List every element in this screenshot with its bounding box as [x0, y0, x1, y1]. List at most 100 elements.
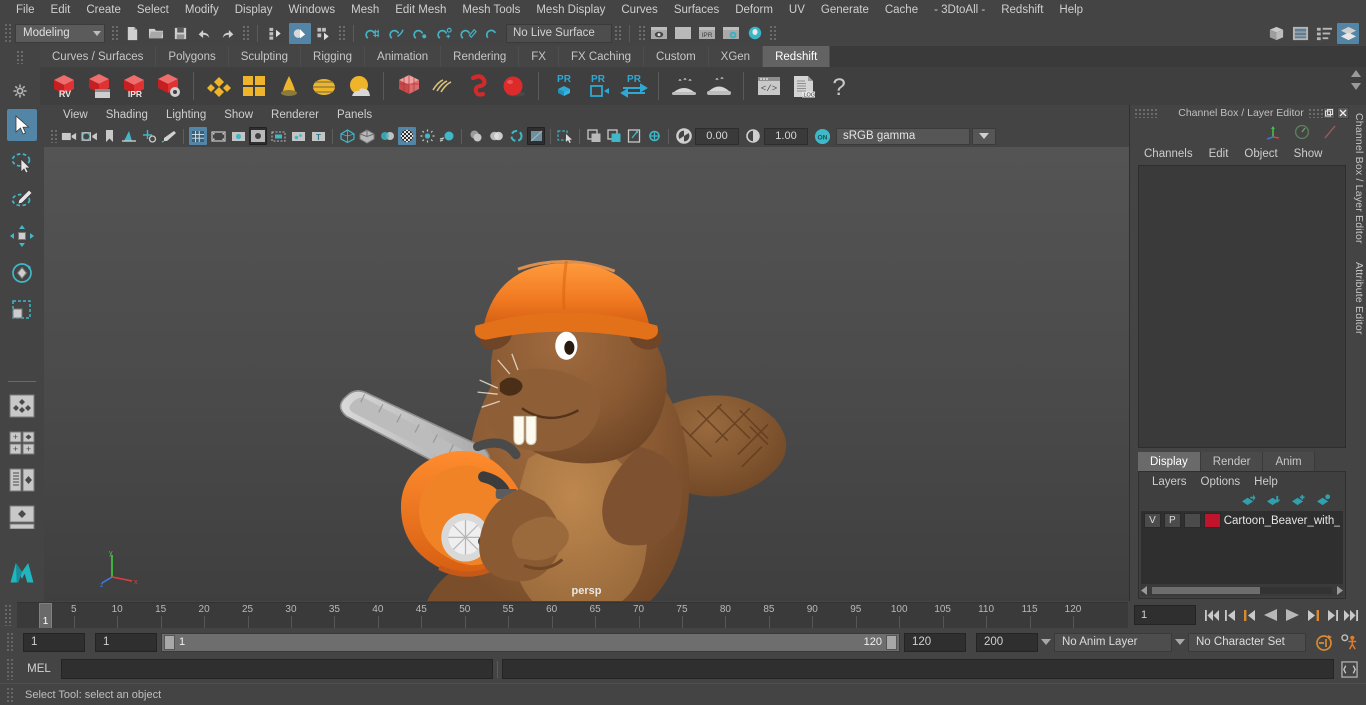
slash-icon[interactable]	[1322, 124, 1338, 140]
channel-box-menu-channels[interactable]: Channels	[1136, 148, 1201, 160]
viewport-toolbar-grip[interactable]	[50, 129, 57, 143]
channel-box-menu-edit[interactable]: Edit	[1201, 148, 1237, 160]
redshift-sphere-icon[interactable]	[496, 69, 531, 103]
snap-to-point-icon[interactable]	[409, 23, 431, 44]
color-management-toggle-icon[interactable]: ON	[812, 127, 832, 145]
menu-item-mesh-display[interactable]: Mesh Display	[528, 3, 613, 17]
screenshot-icon[interactable]	[625, 127, 643, 145]
xray-icon[interactable]	[487, 127, 505, 145]
shelf-options-gear-icon[interactable]	[9, 80, 31, 102]
side-tab-channel-box[interactable]: Channel Box / Layer Editor	[1353, 113, 1365, 244]
shelf-tab-animation[interactable]: Animation	[365, 46, 442, 67]
new-layer-from-selected-icon[interactable]	[1316, 493, 1331, 507]
redshift-hair-icon[interactable]	[426, 69, 461, 103]
2d-pan-zoom-icon[interactable]	[140, 127, 158, 145]
status-line-grip[interactable]	[4, 23, 12, 43]
exposure-field[interactable]: 0.00	[695, 127, 739, 145]
menu-set-dropdown[interactable]: Modeling	[15, 23, 105, 43]
safe-action-icon[interactable]	[289, 127, 307, 145]
anim-start-field[interactable]: 1	[23, 632, 85, 652]
status-grip-4[interactable]	[338, 25, 345, 41]
shelf-tab-redshift[interactable]: Redshift	[763, 46, 831, 67]
scroll-left-arrow-icon[interactable]	[1141, 585, 1149, 595]
exposure-reset-icon[interactable]	[674, 127, 694, 145]
film-gate-icon[interactable]	[209, 127, 227, 145]
save-scene-icon[interactable]	[169, 23, 191, 44]
auto-keyframe-icon[interactable]	[1312, 632, 1336, 652]
menu-item-file[interactable]: File	[8, 3, 43, 17]
time-slider-playhead[interactable]: 1	[39, 603, 52, 628]
layer-list[interactable]: V P Cartoon_Beaver_with_	[1141, 511, 1343, 584]
play-backwards-icon[interactable]	[1259, 605, 1281, 625]
scroll-right-arrow-icon[interactable]	[1335, 585, 1343, 595]
range-start-field[interactable]: 1	[95, 632, 157, 652]
attribute-editor-icon[interactable]	[1313, 23, 1335, 44]
layer-color-swatch[interactable]	[1203, 513, 1221, 528]
move-tool[interactable]	[7, 220, 37, 252]
go-to-end-icon[interactable]	[1341, 605, 1360, 625]
help-line-grip[interactable]	[6, 686, 14, 703]
redshift-material-icon[interactable]	[201, 69, 236, 103]
layer-row[interactable]: V P Cartoon_Beaver_with_	[1141, 511, 1343, 530]
step-back-frame-icon[interactable]	[1240, 605, 1259, 625]
snap-to-curve-icon[interactable]	[385, 23, 407, 44]
live-surface-field[interactable]: No Live Surface	[506, 23, 612, 43]
smooth-shade-all-icon[interactable]	[358, 127, 376, 145]
select-by-object-icon[interactable]	[289, 22, 311, 44]
anim-end-field[interactable]: 200	[976, 632, 1038, 652]
camera-attributes-icon[interactable]	[80, 127, 98, 145]
script-editor-icon[interactable]	[1338, 659, 1360, 679]
snap-to-projected-center-icon[interactable]	[433, 23, 455, 44]
layer-state-toggle[interactable]	[1183, 513, 1201, 528]
menu-item-mesh-tools[interactable]: Mesh Tools	[454, 3, 528, 17]
time-slider[interactable]: 1 5 10 15 20 25 30 35 40 45 50 55 60 65 70 75 80 85 90 95 1…	[17, 602, 1128, 628]
lasso-select-tool[interactable]	[7, 146, 37, 178]
viewport-settings-icon[interactable]	[645, 127, 663, 145]
panel-menu-view[interactable]: View	[54, 109, 97, 121]
open-scene-icon[interactable]	[145, 23, 167, 44]
channel-box-menu-object[interactable]: Object	[1236, 148, 1285, 160]
single-persp-layout[interactable]	[7, 501, 37, 533]
gamma-reset-icon[interactable]	[743, 127, 763, 145]
outliner-icon[interactable]	[1289, 23, 1311, 44]
layer-tab-anim[interactable]: Anim	[1263, 452, 1315, 471]
new-layer-icon[interactable]	[1291, 494, 1306, 507]
side-tab-attribute-editor[interactable]: Attribute Editor	[1353, 262, 1365, 335]
gate-mask-icon[interactable]	[249, 127, 267, 145]
snap-to-view-plane-icon[interactable]	[457, 23, 479, 44]
show-hide-modeling-editor-icon[interactable]	[1265, 23, 1287, 44]
menu-item-generate[interactable]: Generate	[813, 3, 877, 17]
menu-item-uv[interactable]: UV	[781, 3, 813, 17]
menu-item-create[interactable]: Create	[78, 3, 129, 17]
gamma-field[interactable]: 1.00	[764, 127, 808, 145]
shelf-grip[interactable]	[16, 50, 24, 64]
status-grip-5[interactable]	[614, 25, 621, 41]
redshift-proxy-icon[interactable]	[391, 69, 426, 103]
current-frame-field[interactable]: 1	[1134, 605, 1196, 625]
character-set-dropdown-icon[interactable]	[1172, 633, 1188, 652]
snap-to-grid-icon[interactable]	[361, 23, 383, 44]
redshift-render-view-icon[interactable]: RV	[46, 69, 81, 103]
menu-item-redshift[interactable]: Redshift	[993, 3, 1051, 17]
channel-box-layer-editor-icon[interactable]	[1337, 23, 1359, 44]
redshift-sky-icon[interactable]	[341, 69, 376, 103]
redshift-help-icon[interactable]: ?	[821, 69, 856, 103]
menu-item-edit[interactable]: Edit	[43, 3, 79, 17]
menu-item-surfaces[interactable]: Surfaces	[666, 3, 727, 17]
panel-menu-renderer[interactable]: Renderer	[262, 109, 328, 121]
select-camera-icon[interactable]	[60, 127, 78, 145]
channel-box-body[interactable]	[1138, 165, 1346, 448]
menu-item-select[interactable]: Select	[129, 3, 177, 17]
menu-item-edit-mesh[interactable]: Edit Mesh	[387, 3, 454, 17]
redshift-log-icon[interactable]: .LOG	[786, 69, 821, 103]
move-layer-down-icon[interactable]	[1266, 494, 1281, 507]
image-plane-icon[interactable]	[120, 127, 138, 145]
play-forwards-icon[interactable]	[1281, 605, 1303, 625]
resolution-gate-icon[interactable]	[229, 127, 247, 145]
go-to-start-icon[interactable]	[1202, 605, 1221, 625]
step-forward-keyframe-icon[interactable]	[1322, 605, 1341, 625]
redshift-ipr-icon[interactable]: IPR	[116, 69, 151, 103]
command-input[interactable]	[61, 659, 493, 679]
ambient-occlusion-icon[interactable]	[438, 127, 456, 145]
two-pane-split-layout[interactable]: + + +	[7, 427, 37, 459]
